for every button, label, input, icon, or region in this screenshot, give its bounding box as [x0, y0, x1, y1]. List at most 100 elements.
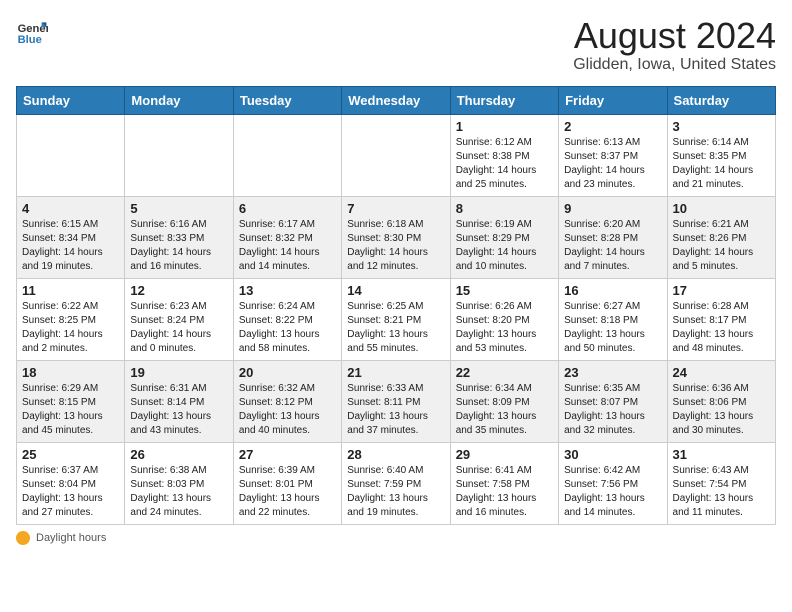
subtitle: Glidden, Iowa, United States	[573, 56, 776, 74]
day-number: 12	[130, 283, 227, 298]
calendar-cell: 1 Sunrise: 6:12 AM Sunset: 8:38 PM Daylig…	[450, 114, 558, 196]
calendar-cell: 11 Sunrise: 6:22 AM Sunset: 8:25 PM Dayli…	[17, 278, 125, 360]
day-number: 25	[22, 447, 119, 462]
day-info: Sunrise: 6:38 AM Sunset: 8:03 PM Dayligh…	[130, 464, 227, 520]
day-number: 15	[456, 283, 553, 298]
day-number: 28	[347, 447, 444, 462]
day-info: Sunrise: 6:28 AM Sunset: 8:17 PM Dayligh…	[673, 300, 770, 356]
calendar-cell: 7 Sunrise: 6:18 AM Sunset: 8:30 PM Daylig…	[342, 196, 450, 278]
day-info: Sunrise: 6:14 AM Sunset: 8:35 PM Dayligh…	[673, 136, 770, 192]
calendar-cell: 25 Sunrise: 6:37 AM Sunset: 8:04 PM Dayli…	[17, 442, 125, 524]
calendar-cell: 19 Sunrise: 6:31 AM Sunset: 8:14 PM Dayli…	[125, 360, 233, 442]
day-number: 26	[130, 447, 227, 462]
calendar-cell: 4 Sunrise: 6:15 AM Sunset: 8:34 PM Daylig…	[17, 196, 125, 278]
page: General Blue August 2024 Glidden, Iowa, …	[0, 0, 792, 555]
day-info: Sunrise: 6:37 AM Sunset: 8:04 PM Dayligh…	[22, 464, 119, 520]
weekday-header: Friday	[559, 86, 667, 114]
day-info: Sunrise: 6:25 AM Sunset: 8:21 PM Dayligh…	[347, 300, 444, 356]
day-info: Sunrise: 6:41 AM Sunset: 7:58 PM Dayligh…	[456, 464, 553, 520]
day-number: 22	[456, 365, 553, 380]
day-number: 17	[673, 283, 770, 298]
logo-icon: General Blue	[16, 16, 48, 48]
day-info: Sunrise: 6:23 AM Sunset: 8:24 PM Dayligh…	[130, 300, 227, 356]
calendar-cell: 8Sunrise: 6:19 AM Sunset: 8:29 PM Daylig…	[450, 196, 558, 278]
footer-note: Daylight hours	[16, 531, 776, 545]
calendar-cell: 3 Sunrise: 6:14 AM Sunset: 8:35 PM Daylig…	[667, 114, 775, 196]
day-info: Sunrise: 6:16 AM Sunset: 8:33 PM Dayligh…	[130, 218, 227, 274]
header: General Blue August 2024 Glidden, Iowa, …	[16, 16, 776, 74]
day-number: 13	[239, 283, 336, 298]
weekday-header: Saturday	[667, 86, 775, 114]
day-number: 9	[564, 201, 661, 216]
day-info: Sunrise: 6:19 AM Sunset: 8:29 PM Dayligh…	[456, 218, 553, 274]
calendar-cell	[17, 114, 125, 196]
calendar-cell: 13 Sunrise: 6:24 AM Sunset: 8:22 PM Dayli…	[233, 278, 341, 360]
calendar-cell: 21Sunrise: 6:33 AM Sunset: 8:11 PM Dayli…	[342, 360, 450, 442]
calendar-cell: 23 Sunrise: 6:35 AM Sunset: 8:07 PM Dayli…	[559, 360, 667, 442]
day-info: Sunrise: 6:13 AM Sunset: 8:37 PM Dayligh…	[564, 136, 661, 192]
day-number: 4	[22, 201, 119, 216]
logo: General Blue	[16, 16, 48, 48]
day-info: Sunrise: 6:24 AM Sunset: 8:22 PM Dayligh…	[239, 300, 336, 356]
day-number: 3	[673, 119, 770, 134]
day-info: Sunrise: 6:22 AM Sunset: 8:25 PM Dayligh…	[22, 300, 119, 356]
main-title: August 2024	[573, 16, 776, 56]
calendar-cell: 29 Sunrise: 6:41 AM Sunset: 7:58 PM Dayli…	[450, 442, 558, 524]
calendar-cell: 17 Sunrise: 6:28 AM Sunset: 8:17 PM Dayli…	[667, 278, 775, 360]
day-number: 5	[130, 201, 227, 216]
weekday-header: Monday	[125, 86, 233, 114]
calendar-cell: 20 Sunrise: 6:32 AM Sunset: 8:12 PM Dayli…	[233, 360, 341, 442]
day-info: Sunrise: 6:34 AM Sunset: 8:09 PM Dayligh…	[456, 382, 553, 438]
day-info: Sunrise: 6:29 AM Sunset: 8:15 PM Dayligh…	[22, 382, 119, 438]
calendar-cell: 12 Sunrise: 6:23 AM Sunset: 8:24 PM Dayli…	[125, 278, 233, 360]
day-info: Sunrise: 6:36 AM Sunset: 8:06 PM Dayligh…	[673, 382, 770, 438]
weekday-header: Wednesday	[342, 86, 450, 114]
calendar-cell	[342, 114, 450, 196]
weekday-header: Tuesday	[233, 86, 341, 114]
day-number: 20	[239, 365, 336, 380]
calendar-cell	[125, 114, 233, 196]
weekday-header: Sunday	[17, 86, 125, 114]
calendar-cell: 18Sunrise: 6:29 AM Sunset: 8:15 PM Dayli…	[17, 360, 125, 442]
day-info: Sunrise: 6:35 AM Sunset: 8:07 PM Dayligh…	[564, 382, 661, 438]
day-info: Sunrise: 6:12 AM Sunset: 8:38 PM Dayligh…	[456, 136, 553, 192]
calendar-cell: 16 Sunrise: 6:27 AM Sunset: 8:18 PM Dayli…	[559, 278, 667, 360]
calendar-cell	[233, 114, 341, 196]
day-info: Sunrise: 6:27 AM Sunset: 8:18 PM Dayligh…	[564, 300, 661, 356]
day-info: Sunrise: 6:39 AM Sunset: 8:01 PM Dayligh…	[239, 464, 336, 520]
day-info: Sunrise: 6:18 AM Sunset: 8:30 PM Dayligh…	[347, 218, 444, 274]
day-number: 7	[347, 201, 444, 216]
calendar-cell: 30Sunrise: 6:42 AM Sunset: 7:56 PM Dayli…	[559, 442, 667, 524]
day-number: 19	[130, 365, 227, 380]
calendar-cell: 22 Sunrise: 6:34 AM Sunset: 8:09 PM Dayli…	[450, 360, 558, 442]
day-info: Sunrise: 6:40 AM Sunset: 7:59 PM Dayligh…	[347, 464, 444, 520]
day-info: Sunrise: 6:32 AM Sunset: 8:12 PM Dayligh…	[239, 382, 336, 438]
day-number: 24	[673, 365, 770, 380]
calendar-cell: 14 Sunrise: 6:25 AM Sunset: 8:21 PM Dayli…	[342, 278, 450, 360]
calendar: SundayMondayTuesdayWednesdayThursdayFrid…	[16, 86, 776, 525]
day-number: 1	[456, 119, 553, 134]
calendar-cell: 24 Sunrise: 6:36 AM Sunset: 8:06 PM Dayli…	[667, 360, 775, 442]
calendar-cell: 6Sunrise: 6:17 AM Sunset: 8:32 PM Daylig…	[233, 196, 341, 278]
day-number: 11	[22, 283, 119, 298]
day-number: 31	[673, 447, 770, 462]
day-number: 29	[456, 447, 553, 462]
day-info: Sunrise: 6:21 AM Sunset: 8:26 PM Dayligh…	[673, 218, 770, 274]
day-number: 21	[347, 365, 444, 380]
day-number: 10	[673, 201, 770, 216]
svg-text:Blue: Blue	[18, 34, 42, 46]
sun-icon	[16, 531, 30, 545]
day-info: Sunrise: 6:20 AM Sunset: 8:28 PM Dayligh…	[564, 218, 661, 274]
day-info: Sunrise: 6:15 AM Sunset: 8:34 PM Dayligh…	[22, 218, 119, 274]
day-number: 2	[564, 119, 661, 134]
weekday-header: Thursday	[450, 86, 558, 114]
day-number: 23	[564, 365, 661, 380]
day-info: Sunrise: 6:17 AM Sunset: 8:32 PM Dayligh…	[239, 218, 336, 274]
calendar-cell: 5 Sunrise: 6:16 AM Sunset: 8:33 PM Daylig…	[125, 196, 233, 278]
title-block: August 2024 Glidden, Iowa, United States	[573, 16, 776, 74]
day-info: Sunrise: 6:31 AM Sunset: 8:14 PM Dayligh…	[130, 382, 227, 438]
calendar-cell: 9 Sunrise: 6:20 AM Sunset: 8:28 PM Daylig…	[559, 196, 667, 278]
day-number: 16	[564, 283, 661, 298]
day-number: 14	[347, 283, 444, 298]
calendar-cell: 31Sunrise: 6:43 AM Sunset: 7:54 PM Dayli…	[667, 442, 775, 524]
